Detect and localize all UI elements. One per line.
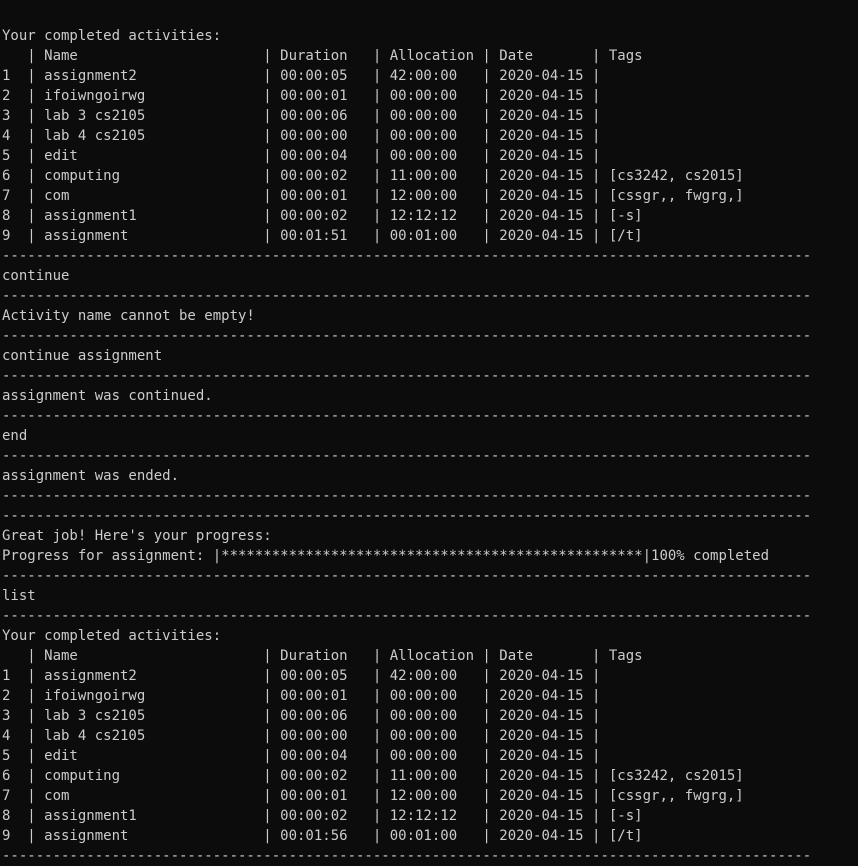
table-row: 4 | lab 4 cs2105 | 00:00:00 | 00:00:00 |… (2, 728, 601, 744)
table-row: 4 | lab 4 cs2105 | 00:00:00 | 00:00:00 |… (2, 128, 601, 144)
error-message: Activity name cannot be empty! (2, 308, 255, 324)
command-line: list (2, 588, 36, 604)
status-message: assignment was ended. (2, 468, 180, 484)
table-row: 9 | assignment | 00:01:56 | 00:01:00 | 2… (2, 828, 643, 844)
table-row: 1 | assignment2 | 00:00:05 | 42:00:00 | … (2, 668, 601, 684)
separator-line: ----------------------------------------… (2, 288, 812, 304)
table-row: 6 | computing | 00:00:02 | 11:00:00 | 20… (2, 168, 744, 184)
table-header-row: | Name | Duration | Allocation | Date | … (2, 48, 643, 64)
table-row: 7 | com | 00:00:01 | 12:00:00 | 2020-04-… (2, 788, 744, 804)
table-row: 6 | computing | 00:00:02 | 11:00:00 | 20… (2, 768, 744, 784)
table-row: 5 | edit | 00:00:04 | 00:00:00 | 2020-04… (2, 748, 601, 764)
output-heading: Your completed activities: (2, 28, 222, 44)
command-line: continue assignment (2, 348, 163, 364)
progress-bar: Progress for assignment: |**************… (2, 548, 770, 564)
separator-line: ----------------------------------------… (2, 488, 812, 504)
table-row: 8 | assignment1 | 00:00:02 | 12:12:12 | … (2, 808, 643, 824)
table-row: 8 | assignment1 | 00:00:02 | 12:12:12 | … (2, 208, 643, 224)
separator-line: ----------------------------------------… (2, 368, 812, 384)
separator-line: ----------------------------------------… (2, 328, 812, 344)
table-row: 1 | assignment2 | 00:00:05 | 42:00:00 | … (2, 68, 601, 84)
separator-line: ----------------------------------------… (2, 608, 812, 624)
command-line: continue (2, 268, 70, 284)
table-row: 5 | edit | 00:00:04 | 00:00:00 | 2020-04… (2, 148, 601, 164)
table-row: 3 | lab 3 cs2105 | 00:00:06 | 00:00:00 |… (2, 108, 601, 124)
progress-heading: Great job! Here's your progress: (2, 528, 272, 544)
separator-line: ----------------------------------------… (2, 408, 812, 424)
table-row: 2 | ifoiwngoirwg | 00:00:01 | 00:00:00 |… (2, 688, 601, 704)
table-header-row: | Name | Duration | Allocation | Date | … (2, 648, 643, 664)
status-message: assignment was continued. (2, 388, 213, 404)
separator-line: ----------------------------------------… (2, 448, 812, 464)
separator-line: ----------------------------------------… (2, 848, 812, 864)
table-row: 2 | ifoiwngoirwg | 00:00:01 | 00:00:00 |… (2, 88, 601, 104)
output-heading: Your completed activities: (2, 628, 222, 644)
table-row: 9 | assignment | 00:01:51 | 00:01:00 | 2… (2, 228, 643, 244)
terminal-output: Your completed activities: | Name | Dura… (2, 26, 858, 866)
separator-line: ----------------------------------------… (2, 508, 812, 524)
table-row: 3 | lab 3 cs2105 | 00:00:06 | 00:00:00 |… (2, 708, 601, 724)
separator-line: ----------------------------------------… (2, 248, 812, 264)
command-line: end (2, 428, 28, 444)
separator-line: ----------------------------------------… (2, 568, 812, 584)
table-row: 7 | com | 00:00:01 | 12:00:00 | 2020-04-… (2, 188, 744, 204)
